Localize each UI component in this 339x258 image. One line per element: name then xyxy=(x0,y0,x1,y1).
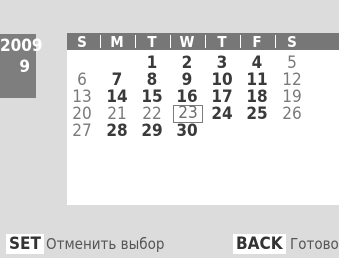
weekday-divider xyxy=(240,35,241,48)
weekday-divider xyxy=(275,35,276,48)
weekday-mon: M xyxy=(110,33,124,51)
year-month-badge: 2009 9 xyxy=(0,34,43,98)
calendar-grid: S M T W T F S 1 2 3 4 5 6 7 8 9 10 11 12… xyxy=(67,33,339,205)
weekday-sun: S xyxy=(77,33,87,51)
year-label: 2009 xyxy=(0,36,43,56)
weekday-divider xyxy=(100,35,101,48)
weekday-fri: F xyxy=(252,33,262,51)
weekday-header: S M T W T F S xyxy=(67,33,339,51)
day-cell[interactable]: 24 xyxy=(208,105,236,123)
day-cell[interactable]: 28 xyxy=(103,122,131,140)
weekday-thu: T xyxy=(217,33,227,51)
back-action-label: Готово xyxy=(290,235,339,253)
weekday-tue: T xyxy=(147,33,157,51)
weekday-sat: S xyxy=(287,33,297,51)
set-key-label[interactable]: SET xyxy=(6,234,44,254)
day-cell[interactable]: 25 xyxy=(243,105,271,123)
weekday-divider xyxy=(135,35,136,48)
day-cell[interactable]: 29 xyxy=(138,122,166,140)
set-action-label: Отменить выбор xyxy=(46,235,165,253)
weekday-divider xyxy=(205,35,206,48)
month-label: 9 xyxy=(19,57,30,77)
calendar-screen: 2009 9 S M T W T F S 1 2 3 4 5 6 7 8 9 1… xyxy=(0,0,339,258)
day-cell[interactable]: 26 xyxy=(278,105,306,123)
weekday-divider xyxy=(170,35,171,48)
back-key-label[interactable]: BACK xyxy=(233,234,286,254)
weekday-wed: W xyxy=(179,33,195,51)
day-cell[interactable]: 27 xyxy=(68,122,96,140)
day-cell[interactable]: 30 xyxy=(173,122,201,140)
button-guide-bar: SET Отменить выбор BACK Готово xyxy=(0,233,339,258)
